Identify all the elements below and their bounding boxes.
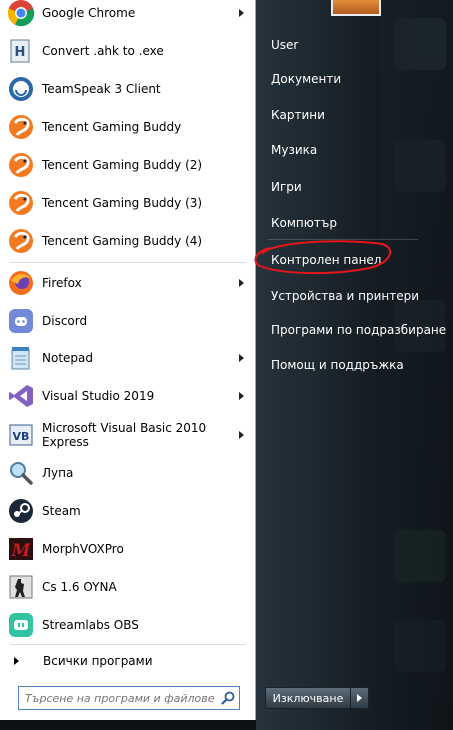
program-item[interactable]: Tencent Gaming Buddy (2) (6, 148, 250, 182)
program-label: Discord (42, 314, 88, 328)
counter-strike-icon (6, 572, 36, 602)
program-label: Visual Studio 2019 (42, 389, 155, 403)
tencent-icon (6, 150, 36, 180)
user-avatar[interactable] (331, 0, 381, 16)
program-item[interactable]: Tencent Gaming Buddy (3) (6, 186, 250, 220)
search-icon[interactable] (217, 687, 239, 709)
visual-studio-icon (6, 381, 36, 411)
program-label: Tencent Gaming Buddy (4) (42, 234, 203, 248)
triangle-right-icon (357, 694, 362, 702)
start-menu: Google Chrome H Convert .ahk to .exe TeamSp… (0, 0, 453, 730)
program-label: Notepad (42, 351, 93, 365)
search-input[interactable] (19, 690, 217, 706)
annotation-circle (254, 240, 392, 275)
program-item[interactable]: VB Microsoft Visual Basic 2010 Express (6, 418, 250, 452)
program-item[interactable]: Tencent Gaming Buddy (6, 110, 250, 144)
program-item[interactable]: Steam (6, 494, 250, 528)
program-item[interactable]: H Convert .ahk to .exe (6, 34, 250, 68)
places-item[interactable]: Музика (271, 141, 317, 159)
program-label: Google Chrome (42, 6, 136, 20)
all-programs-separator (10, 644, 246, 645)
program-item[interactable]: Cs 1.6 OYNA (6, 570, 250, 604)
submenu-arrow-icon[interactable] (239, 392, 244, 400)
morphvox-icon: M (6, 534, 36, 564)
tencent-icon (6, 112, 36, 142)
program-item[interactable]: Visual Studio 2019 (6, 379, 250, 413)
program-item[interactable]: Лупа (6, 456, 250, 490)
ahk-converter-icon: H (6, 36, 36, 66)
discord-icon (6, 306, 36, 336)
program-item[interactable]: Discord (6, 304, 250, 338)
shutdown-label: Изключване (272, 691, 344, 705)
places-item[interactable]: User (271, 36, 298, 54)
program-item[interactable]: Tencent Gaming Buddy (4) (6, 224, 250, 258)
visual-basic-icon: VB (6, 420, 36, 450)
places-item[interactable]: Програми по подразбиране (271, 321, 446, 339)
svg-text:VB: VB (13, 430, 30, 443)
teamspeak-icon (6, 74, 36, 104)
program-item[interactable]: Firefox (6, 266, 250, 300)
all-programs-label: Всички програми (43, 654, 153, 668)
programs-separator (10, 262, 246, 263)
shutdown-button[interactable]: Изключване (265, 687, 351, 709)
program-label: Cs 1.6 OYNA (42, 580, 117, 594)
program-item[interactable]: M MorphVOXPro (6, 532, 250, 566)
program-label: Лупа (42, 466, 74, 480)
triangle-right-icon (14, 657, 19, 665)
search-box[interactable] (18, 686, 240, 710)
program-item[interactable]: Streamlabs OBS (6, 608, 250, 642)
program-label: Tencent Gaming Buddy (42, 120, 182, 134)
submenu-arrow-icon[interactable] (239, 9, 244, 17)
program-label: Streamlabs OBS (42, 618, 139, 632)
magnifier-icon (6, 458, 36, 488)
places-item[interactable]: Устройства и принтери (271, 287, 419, 305)
tencent-icon (6, 226, 36, 256)
chrome-icon (6, 0, 36, 28)
program-label: MorphVOXPro (42, 542, 124, 556)
program-item[interactable]: Google Chrome (6, 0, 250, 30)
program-label: Steam (42, 504, 81, 518)
svg-text:M: M (11, 541, 32, 561)
program-label: Tencent Gaming Buddy (2) (42, 158, 203, 172)
shutdown-options-button[interactable] (351, 687, 369, 709)
places-item[interactable]: Документи (271, 70, 341, 88)
firefox-icon (6, 268, 36, 298)
program-label: Microsoft Visual Basic 2010 Express (42, 421, 207, 449)
streamlabs-icon (6, 610, 36, 640)
submenu-arrow-icon[interactable] (239, 431, 244, 439)
all-programs-button[interactable]: Всички програми (14, 651, 153, 671)
places-item[interactable]: Игри (271, 178, 302, 196)
steam-icon (6, 496, 36, 526)
tencent-icon (6, 188, 36, 218)
program-label: TeamSpeak 3 Client (42, 82, 161, 96)
notepad-icon (6, 343, 36, 373)
program-item[interactable]: TeamSpeak 3 Client (6, 72, 250, 106)
submenu-arrow-icon[interactable] (239, 354, 244, 362)
svg-text:H: H (15, 45, 26, 60)
submenu-arrow-icon[interactable] (239, 279, 244, 287)
program-label: Convert .ahk to .exe (42, 44, 164, 58)
places-item[interactable]: Картини (271, 106, 325, 124)
places-item[interactable]: Компютър (271, 214, 337, 232)
program-label: Tencent Gaming Buddy (3) (42, 196, 203, 210)
program-label: Firefox (42, 276, 82, 290)
program-item[interactable]: Notepad (6, 341, 250, 375)
places-item[interactable]: Помощ и поддръжка (271, 356, 404, 374)
